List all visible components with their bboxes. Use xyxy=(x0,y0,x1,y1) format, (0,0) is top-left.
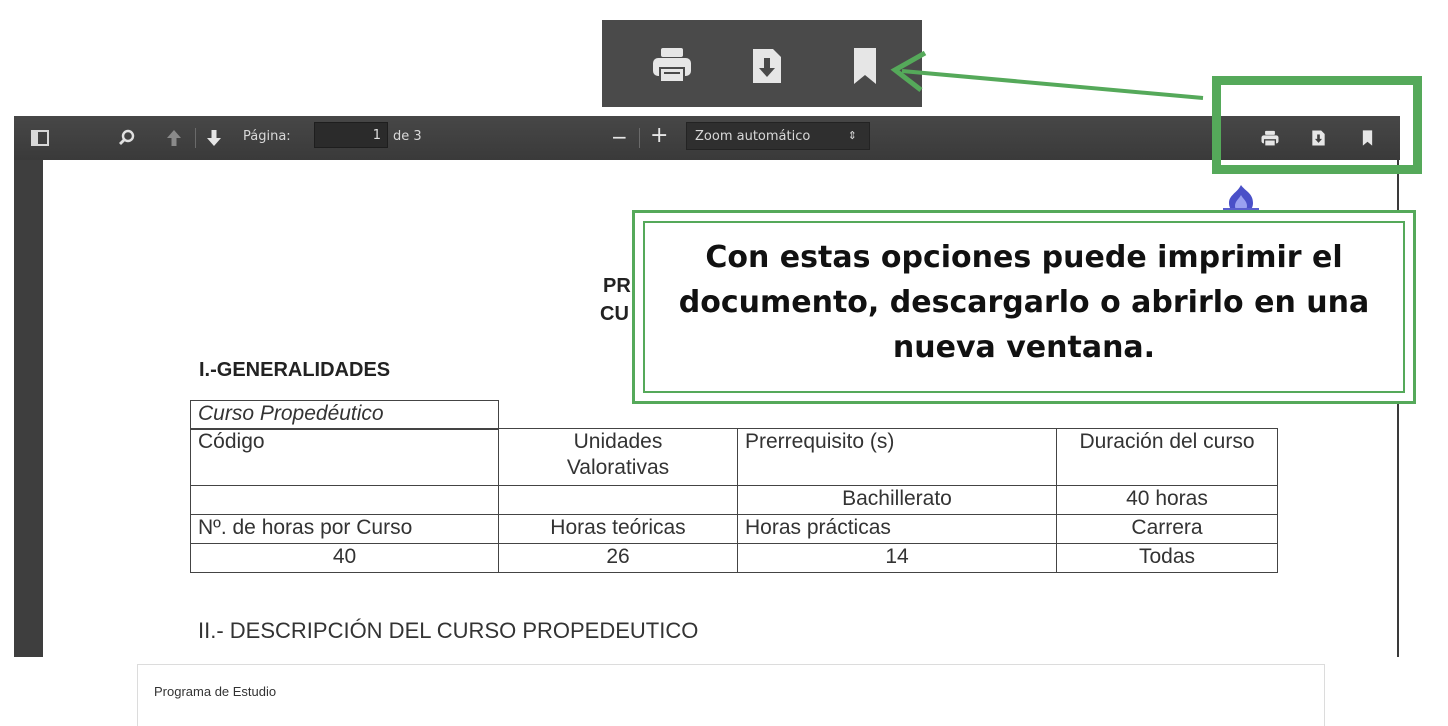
pointer-arrow xyxy=(890,50,1204,100)
footer-title: Programa de Estudio xyxy=(154,684,277,699)
footer-bar: Programa de Estudio xyxy=(137,664,1325,726)
